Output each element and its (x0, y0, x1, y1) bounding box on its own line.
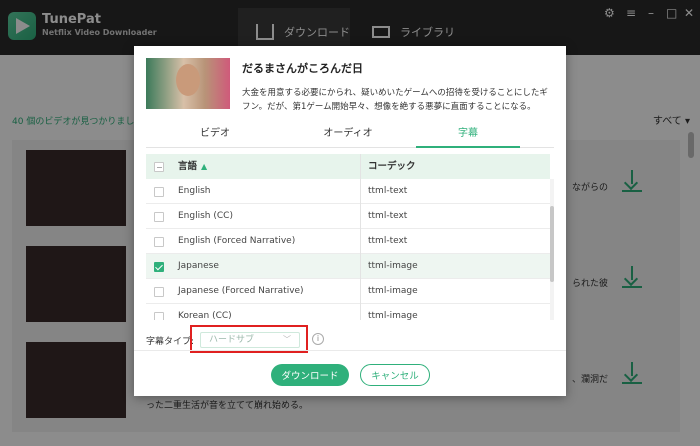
column-divider (360, 154, 361, 320)
row-codec: ttml-text (368, 211, 408, 221)
row-codec: ttml-image (368, 311, 418, 320)
row-checkbox[interactable] (154, 312, 164, 320)
tab-video[interactable]: ビデオ (163, 124, 267, 148)
cancel-button[interactable]: キャンセル (360, 364, 430, 386)
poster-figure (176, 64, 200, 96)
episode-title: だるまさんがころんだ日 (242, 62, 363, 75)
tab-subtitles[interactable]: 字幕 (416, 124, 520, 148)
subtitle-dialog: だるまさんがころんだ日 大金を用意する必要にかられ、疑いめいたゲームへの招待を受… (134, 46, 566, 396)
table-scroll-thumb[interactable] (550, 206, 554, 282)
table-row[interactable]: English (CC) ttml-text (146, 204, 550, 229)
table-row[interactable]: English (Forced Narrative) ttml-text (146, 229, 550, 254)
row-language: Japanese (Forced Narrative) (178, 286, 304, 296)
subtitle-type-label: 字幕タイプ: (146, 337, 195, 347)
table-row[interactable]: Korean (CC) ttml-image (146, 304, 550, 320)
row-language: English (178, 186, 211, 196)
subtitle-table: 言語 ▲ コーデック English ttml-text English (CC)… (146, 154, 554, 320)
row-language: Japanese (178, 261, 219, 271)
row-checkbox[interactable] (154, 262, 164, 272)
row-language: Korean (CC) (178, 311, 232, 320)
table-row[interactable]: Japanese (Forced Narrative) ttml-image (146, 279, 550, 304)
column-language[interactable]: 言語 ▲ (178, 154, 207, 179)
annotation-highlight-box (190, 325, 308, 353)
table-row[interactable]: Japanese ttml-image (146, 254, 550, 279)
footer-divider (134, 350, 566, 351)
row-codec: ttml-text (368, 236, 408, 246)
row-checkbox[interactable] (154, 287, 164, 297)
table-header: 言語 ▲ コーデック (146, 154, 550, 179)
row-language: English (CC) (178, 211, 233, 221)
row-checkbox[interactable] (154, 237, 164, 247)
select-all-checkbox[interactable] (154, 162, 164, 172)
row-codec: ttml-image (368, 286, 418, 296)
tab-audio[interactable]: オーディオ (296, 124, 400, 148)
column-language-label: 言語 (178, 161, 198, 172)
column-codec: コーデック (368, 161, 416, 172)
episode-description: 大金を用意する必要にかられ、疑いめいたゲームへの招待を受けることにしたギフン。だ… (242, 88, 548, 112)
row-codec: ttml-text (368, 186, 408, 196)
row-checkbox[interactable] (154, 212, 164, 222)
row-language: English (Forced Narrative) (178, 236, 296, 246)
download-button[interactable]: ダウンロード (271, 364, 349, 386)
info-icon[interactable]: i (312, 333, 324, 345)
media-tabs: ビデオ オーディオ 字幕 (146, 124, 554, 148)
sort-ascending-icon: ▲ (201, 162, 208, 171)
table-row[interactable]: English ttml-text (146, 179, 550, 204)
row-checkbox[interactable] (154, 187, 164, 197)
episode-poster (146, 58, 230, 109)
row-codec: ttml-image (368, 261, 418, 271)
